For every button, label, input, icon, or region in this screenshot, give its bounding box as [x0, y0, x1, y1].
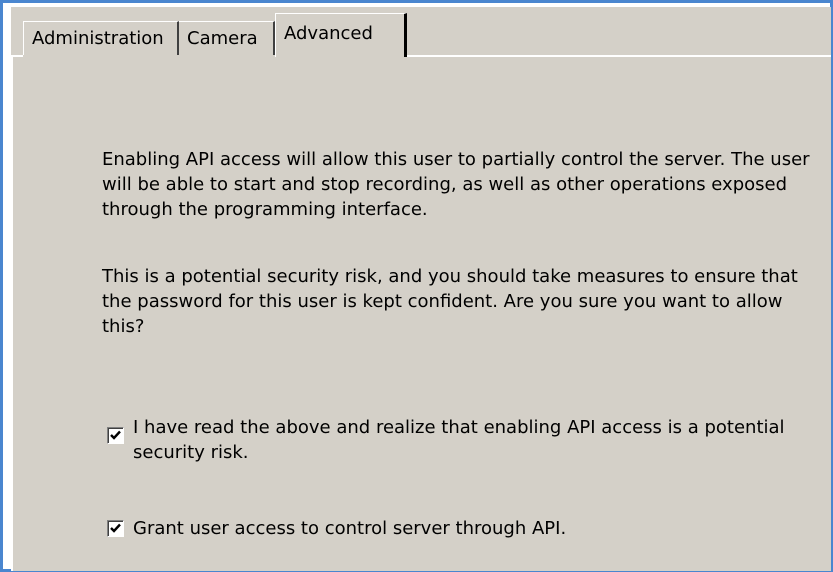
dialog-frame: Administration Camera Advanced Enabling …	[0, 0, 833, 572]
acknowledge-risk-checkbox-row[interactable]: I have read the above and realize that e…	[107, 415, 807, 465]
grant-api-access-checkbox[interactable]	[107, 520, 124, 537]
tab-administration[interactable]: Administration	[23, 21, 179, 55]
grant-api-access-label: Grant user access to control server thro…	[133, 518, 567, 539]
tab-advanced[interactable]: Advanced	[275, 13, 407, 57]
tab-panel: Administration Camera Advanced Enabling …	[11, 7, 831, 571]
tab-baseline	[407, 55, 831, 57]
grant-api-access-checkbox-row[interactable]: Grant user access to control server thro…	[107, 516, 807, 541]
tab-strip: Administration Camera Advanced	[11, 7, 831, 57]
checkmark-icon	[110, 523, 121, 533]
acknowledge-risk-checkbox[interactable]	[107, 427, 124, 444]
checkmark-icon	[110, 430, 121, 440]
api-access-description: Enabling API access will allow this user…	[102, 149, 810, 220]
page-left-edge	[11, 55, 13, 571]
security-warning: This is a potential security risk, and y…	[102, 266, 798, 337]
tab-camera[interactable]: Camera	[179, 21, 275, 55]
acknowledge-risk-label: I have read the above and realize that e…	[133, 417, 785, 463]
